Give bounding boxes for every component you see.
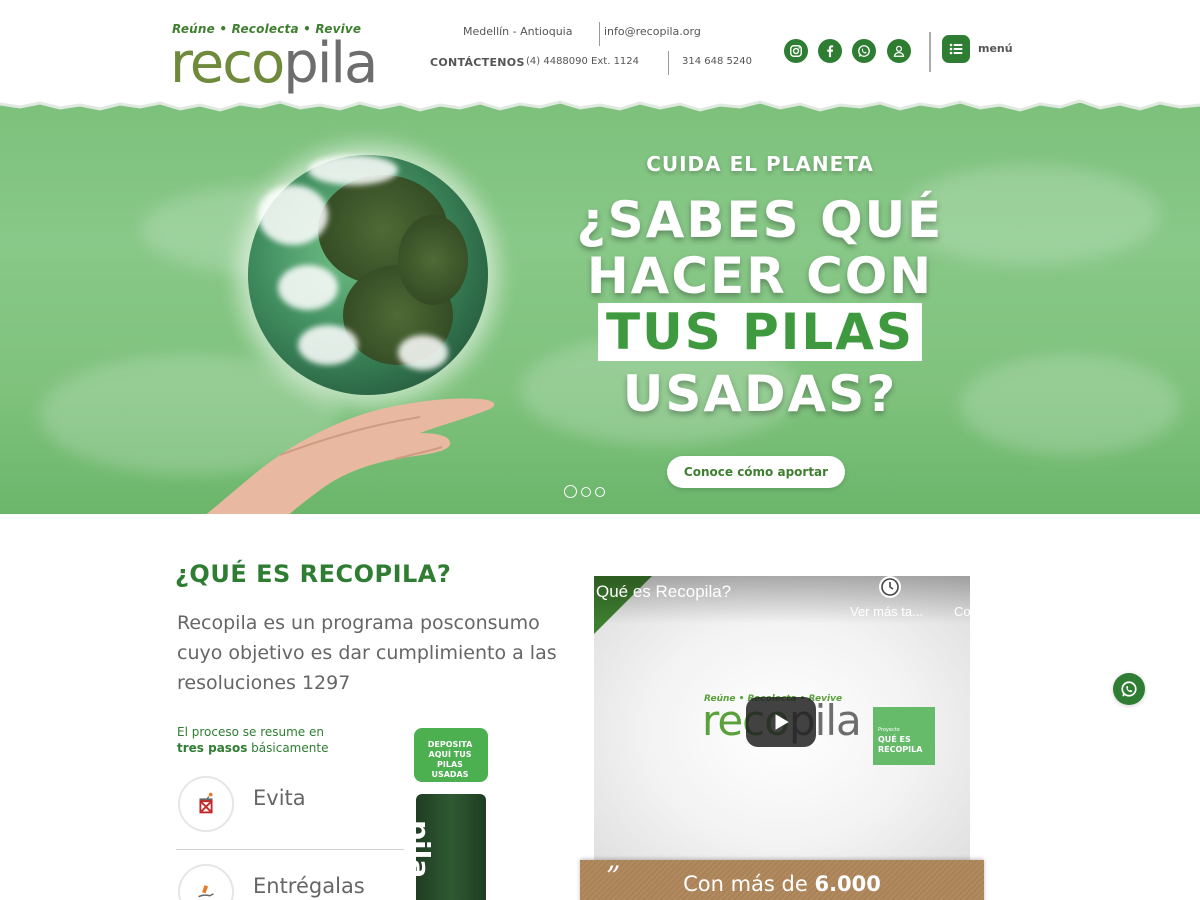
menu-button[interactable] <box>942 35 970 63</box>
about-description: Recopila es un programa posconsumo cuyo … <box>177 612 557 694</box>
menu-divider <box>929 32 931 72</box>
hand-drop-icon <box>178 864 234 900</box>
step-divider <box>176 849 404 850</box>
user-account-icon[interactable] <box>887 39 911 63</box>
slider-dot-3[interactable] <box>595 487 605 497</box>
logo-wordmark: recopila <box>170 31 378 96</box>
background-cloud <box>960 355 1180 455</box>
hero-headline-line4: USADAS? <box>622 365 898 423</box>
bin-sign-text: DEPOSITA AQUÍ TUS PILAS USADAS <box>427 740 473 779</box>
whatsapp-icon <box>1121 681 1137 697</box>
bin-sign: DEPOSITA AQUÍ TUS PILAS USADAS <box>414 728 488 782</box>
earth-globe-image <box>248 155 488 395</box>
list-menu-icon <box>949 43 963 55</box>
forest-patch <box>398 215 468 305</box>
battery-collection-bin-image: DEPOSITA AQUÍ TUS PILAS USADAS pila <box>403 728 490 900</box>
contribute-cta-button[interactable]: Conoce cómo aportar <box>667 456 845 488</box>
contact-email-link[interactable]: info@recopila.org <box>604 25 701 38</box>
quote-text-prefix: Con más de <box>683 872 808 896</box>
video-title[interactable]: Qué es Recopila? <box>596 582 731 602</box>
share-label[interactable]: Co <box>954 604 970 619</box>
trash-bin-icon <box>178 776 234 832</box>
hero-banner: CUIDA EL PLANETA ¿SABES QUÉ HACER CON TU… <box>0 95 1200 514</box>
recopila-logo[interactable]: Reúne • Recolecta • Revive recopila <box>170 20 390 102</box>
hero-headline-highlight: TUS PILAS <box>598 303 922 361</box>
stats-quote-card: ” Con más de 6.000 <box>580 860 984 900</box>
contact-city: Medellín - Antioquia <box>463 25 573 38</box>
hero-kicker: CUIDA EL PLANETA <box>646 152 874 176</box>
hero-headline-line2: HACER CON <box>586 247 934 305</box>
contact-label: CONTÁCTENOS <box>430 56 525 69</box>
torn-paper-edge <box>0 95 1200 112</box>
hero-headline-line3: TUS PILAS <box>560 303 960 361</box>
process-intro-text: El proceso se resume en <box>177 725 324 739</box>
video-badge-text: QUÉ ES RECOPILA <box>878 735 923 754</box>
watch-later-label[interactable]: Ver más ta... <box>850 604 923 619</box>
process-intro-bold: tres pasos <box>177 741 248 755</box>
bin-wordmark: pila <box>403 820 436 879</box>
step-label-evita: Evita <box>253 786 306 810</box>
video-badge-small: Proyecto <box>878 727 900 733</box>
quote-text: Con más de 6.000 <box>580 872 984 896</box>
whatsapp-icon[interactable] <box>852 39 876 63</box>
slider-dot-1[interactable] <box>564 485 577 498</box>
facebook-icon[interactable] <box>818 39 842 63</box>
contact-divider <box>668 51 669 75</box>
contact-phone-mobile[interactable]: 314 648 5240 <box>682 56 752 67</box>
slider-dot-2[interactable] <box>581 487 591 497</box>
globe-cloud <box>278 265 338 310</box>
video-badge: Proyecto QUÉ ES RECOPILA <box>873 707 935 765</box>
about-section-title: ¿QUÉ ES RECOPILA? <box>175 560 452 588</box>
instagram-icon[interactable] <box>784 39 808 63</box>
globe-cloud <box>398 335 448 370</box>
logo-wordmark-reco: reco <box>170 31 285 96</box>
play-icon <box>775 714 789 730</box>
floating-whatsapp-button[interactable] <box>1113 673 1145 705</box>
contact-divider <box>599 22 600 46</box>
youtube-video-embed[interactable]: Qué es Recopila? Ver más ta... Co Reúne … <box>594 576 970 860</box>
step-label-entregalas: Entrégalas <box>253 874 365 898</box>
open-hand-image <box>206 398 495 514</box>
process-intro: El proceso se resume en tres pasos básic… <box>177 724 387 756</box>
globe-cloud <box>298 325 358 365</box>
contact-phone-landline[interactable]: (4) 4488090 Ext. 1124 <box>526 56 639 67</box>
globe-cloud <box>308 155 398 185</box>
menu-label[interactable]: menú <box>978 42 1013 55</box>
quote-text-number: 6.000 <box>814 872 881 896</box>
hero-headline-line1: ¿SABES QUÉ <box>576 191 944 249</box>
logo-wordmark-pila: pila <box>283 31 378 96</box>
watch-later-icon[interactable] <box>879 576 901 598</box>
process-intro-text-end: básicamente <box>251 741 329 755</box>
play-button[interactable] <box>746 697 816 747</box>
globe-cloud <box>258 185 328 245</box>
